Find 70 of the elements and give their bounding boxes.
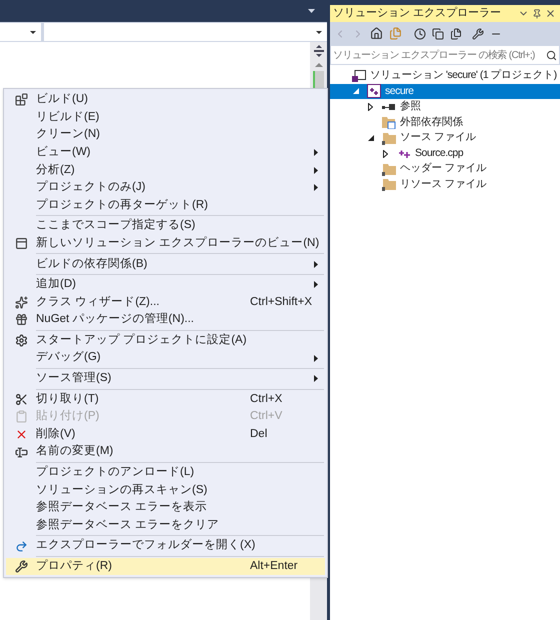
- menu-item[interactable]: 削除(V) Del: [6, 426, 325, 444]
- menu-item[interactable]: ビュー(W): [6, 144, 325, 162]
- menu-item[interactable]: 新しいソリューション エクスプローラーのビュー(N): [6, 234, 325, 252]
- package-icon: [14, 313, 28, 326]
- build-icon: [14, 93, 28, 106]
- clipboard-icon: [14, 410, 28, 424]
- dropdown-arrow-icon: [30, 30, 36, 34]
- dropdown-arrow-icon[interactable]: [308, 9, 315, 13]
- close-icon[interactable]: [545, 8, 556, 19]
- tree-item[interactable]: secure: [330, 84, 560, 100]
- delete-icon: [14, 428, 28, 441]
- menu-item[interactable]: リビルド(E): [6, 108, 325, 126]
- search-field[interactable]: ソリューション エクスプローラー の検索 (Ctrl+;): [330, 45, 560, 65]
- menu-item[interactable]: デバッグ(G): [6, 349, 325, 367]
- menu-item[interactable]: ソリューションの再スキャン(S): [6, 481, 325, 500]
- menu-item[interactable]: 追加(D): [6, 276, 325, 294]
- menu-item[interactable]: 名前の変更(M): [6, 443, 325, 461]
- tree-item[interactable]: ソリューション 'secure' (1 プロジェクト): [330, 68, 560, 84]
- menu-item[interactable]: エクスプローラーでフォルダーを開く(X): [6, 537, 325, 555]
- wrench-icon[interactable]: [472, 28, 484, 40]
- menu-item[interactable]: プロジェクトの再ターゲット(R): [6, 196, 325, 214]
- clock-icon[interactable]: [414, 28, 426, 40]
- dropdown-field[interactable]: [44, 23, 327, 41]
- tree-item[interactable]: ヘッダー ファイル: [330, 162, 560, 178]
- panel-title: ソリューション エクスプローラー: [333, 6, 502, 22]
- menu-item[interactable]: プロパティ(R) Alt+Enter: [6, 558, 325, 576]
- class-wizard-icon: [14, 296, 28, 309]
- menu-item[interactable]: スタートアップ プロジェクトに設定(A): [6, 332, 325, 350]
- dropdown-arrow-icon: [316, 30, 322, 34]
- tree-item[interactable]: リソース ファイル: [330, 177, 560, 193]
- scroll-up-icon[interactable]: [314, 63, 322, 67]
- references-icon: [382, 102, 396, 111]
- menu-item[interactable]: クラス ウィザード(Z)... Ctrl+Shift+X: [6, 294, 325, 312]
- menu-item[interactable]: ここまでスコープ指定する(S): [6, 217, 325, 235]
- menu-item[interactable]: プロジェクトのみ(J): [6, 178, 325, 197]
- menu-item[interactable]: プロジェクトのアンロード(L): [6, 464, 325, 482]
- menu-item[interactable]: 分析(Z): [6, 161, 325, 179]
- menu-item[interactable]: NuGet パッケージの管理(N)...: [6, 311, 325, 329]
- search-icon[interactable]: [546, 50, 557, 60]
- tree-item[interactable]: 外部依存関係: [330, 114, 560, 130]
- menu-item[interactable]: 参照データベース エラーをクリア: [6, 516, 325, 534]
- folder-icon: [382, 162, 396, 176]
- menu-item[interactable]: ビルドの依存関係(B): [6, 255, 325, 273]
- window-icon: [14, 237, 28, 250]
- menu-item[interactable]: ビルド(U): [6, 91, 325, 109]
- collapsed-arrow-icon[interactable]: [383, 150, 388, 158]
- menu-item[interactable]: クリーン(N): [6, 126, 325, 144]
- solution-icon: [352, 70, 366, 82]
- folder-icon: [382, 178, 396, 192]
- redo-arrow-icon: [14, 540, 28, 553]
- cpp-file-icon: [397, 148, 411, 159]
- home-icon[interactable]: [370, 27, 383, 40]
- dropdown-field[interactable]: [0, 23, 41, 41]
- menu-item[interactable]: ソース管理(S): [6, 370, 325, 388]
- collapsed-arrow-icon[interactable]: [368, 102, 373, 111]
- tree-item[interactable]: ソース ファイル: [330, 130, 560, 146]
- tree-item[interactable]: 参照: [330, 99, 560, 115]
- rename-icon: [14, 446, 28, 459]
- project-icon: [367, 84, 381, 98]
- gear-icon: [14, 334, 28, 348]
- expanded-arrow-icon[interactable]: [368, 135, 374, 142]
- wrench-icon: [14, 560, 28, 574]
- split-handle-icon[interactable]: [314, 45, 324, 57]
- folder-icon: [382, 116, 396, 130]
- folder-icon: [382, 132, 396, 145]
- tree-item[interactable]: Source.cpp: [330, 146, 560, 162]
- menu-item[interactable]: 参照データベース エラーを表示: [6, 499, 325, 517]
- menu-item[interactable]: 切り取り(T) Ctrl+X: [6, 390, 325, 408]
- pin-icon[interactable]: [532, 8, 542, 18]
- scissors-icon: [14, 392, 28, 406]
